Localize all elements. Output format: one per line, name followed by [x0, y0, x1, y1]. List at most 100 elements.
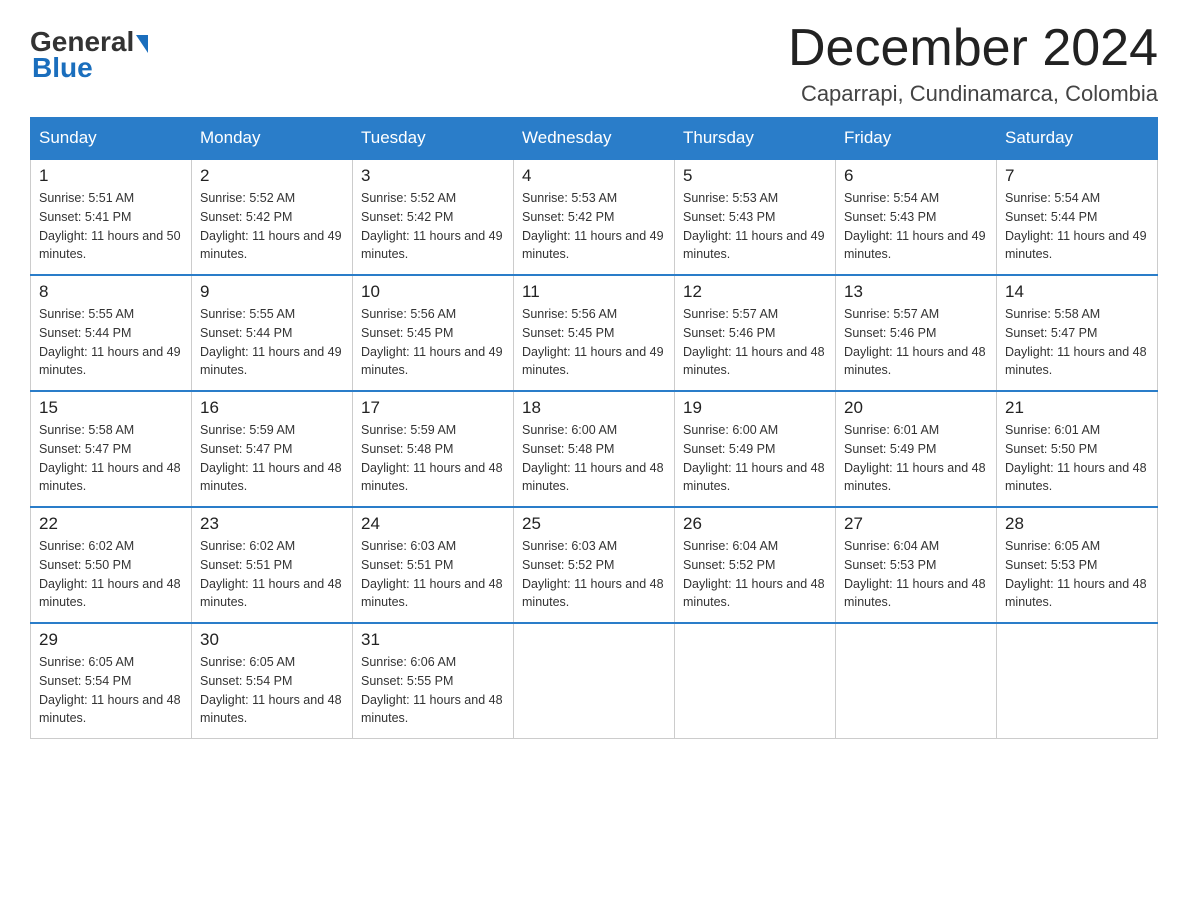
day-info: Sunrise: 5:58 AMSunset: 5:47 PMDaylight:… — [1005, 305, 1149, 380]
day-cell-19: 19 Sunrise: 6:00 AMSunset: 5:49 PMDayligh… — [675, 391, 836, 507]
day-number: 7 — [1005, 166, 1149, 186]
day-info: Sunrise: 5:54 AMSunset: 5:43 PMDaylight:… — [844, 189, 988, 264]
day-number: 2 — [200, 166, 344, 186]
calendar-table: SundayMondayTuesdayWednesdayThursdayFrid… — [30, 117, 1158, 739]
day-info: Sunrise: 5:53 AMSunset: 5:42 PMDaylight:… — [522, 189, 666, 264]
day-cell-6: 6 Sunrise: 5:54 AMSunset: 5:43 PMDaylight… — [836, 159, 997, 275]
day-headers-row: SundayMondayTuesdayWednesdayThursdayFrid… — [31, 118, 1158, 160]
day-header-wednesday: Wednesday — [514, 118, 675, 160]
day-number: 22 — [39, 514, 183, 534]
day-info: Sunrise: 5:56 AMSunset: 5:45 PMDaylight:… — [361, 305, 505, 380]
day-cell-28: 28Sunrise: 6:05 AMSunset: 5:53 PMDayligh… — [997, 507, 1158, 623]
day-info: Sunrise: 6:04 AMSunset: 5:53 PMDaylight:… — [844, 537, 988, 612]
day-number: 25 — [522, 514, 666, 534]
day-number: 11 — [522, 282, 666, 302]
day-cell-24: 24Sunrise: 6:03 AMSunset: 5:51 PMDayligh… — [353, 507, 514, 623]
day-cell-15: 15Sunrise: 5:58 AMSunset: 5:47 PMDayligh… — [31, 391, 192, 507]
logo-blue-text: Blue — [32, 52, 93, 84]
day-cell-20: 20 Sunrise: 6:01 AMSunset: 5:49 PMDayligh… — [836, 391, 997, 507]
day-number: 27 — [844, 514, 988, 534]
day-number: 13 — [844, 282, 988, 302]
location-title: Caparrapi, Cundinamarca, Colombia — [788, 81, 1158, 107]
day-cell-16: 16Sunrise: 5:59 AMSunset: 5:47 PMDayligh… — [192, 391, 353, 507]
day-number: 10 — [361, 282, 505, 302]
day-info: Sunrise: 6:03 AMSunset: 5:52 PMDaylight:… — [522, 537, 666, 612]
empty-cell — [836, 623, 997, 739]
day-number: 14 — [1005, 282, 1149, 302]
week-row-4: 22 Sunrise: 6:02 AMSunset: 5:50 PMDayligh… — [31, 507, 1158, 623]
day-number: 5 — [683, 166, 827, 186]
day-info: Sunrise: 6:06 AMSunset: 5:55 PMDaylight:… — [361, 653, 505, 728]
day-cell-3: 3 Sunrise: 5:52 AMSunset: 5:42 PMDaylight… — [353, 159, 514, 275]
day-info: Sunrise: 5:59 AMSunset: 5:48 PMDaylight:… — [361, 421, 505, 496]
day-info: Sunrise: 5:51 AMSunset: 5:41 PMDaylight:… — [39, 189, 183, 264]
day-cell-23: 23Sunrise: 6:02 AMSunset: 5:51 PMDayligh… — [192, 507, 353, 623]
day-header-thursday: Thursday — [675, 118, 836, 160]
day-number: 6 — [844, 166, 988, 186]
day-info: Sunrise: 6:05 AMSunset: 5:54 PMDaylight:… — [39, 653, 183, 728]
month-title: December 2024 — [788, 20, 1158, 77]
day-info: Sunrise: 6:00 AMSunset: 5:49 PMDaylight:… — [683, 421, 827, 496]
logo-arrow-icon — [136, 35, 148, 53]
day-number: 24 — [361, 514, 505, 534]
day-info: Sunrise: 6:01 AMSunset: 5:49 PMDaylight:… — [844, 421, 988, 496]
day-header-tuesday: Tuesday — [353, 118, 514, 160]
day-cell-11: 11Sunrise: 5:56 AMSunset: 5:45 PMDayligh… — [514, 275, 675, 391]
day-number: 1 — [39, 166, 183, 186]
day-number: 8 — [39, 282, 183, 302]
day-number: 12 — [683, 282, 827, 302]
day-number: 4 — [522, 166, 666, 186]
day-number: 20 — [844, 398, 988, 418]
day-number: 29 — [39, 630, 183, 650]
empty-cell — [997, 623, 1158, 739]
day-info: Sunrise: 6:02 AMSunset: 5:51 PMDaylight:… — [200, 537, 344, 612]
day-cell-8: 8Sunrise: 5:55 AMSunset: 5:44 PMDaylight… — [31, 275, 192, 391]
day-cell-18: 18 Sunrise: 6:00 AMSunset: 5:48 PMDayligh… — [514, 391, 675, 507]
week-row-2: 8Sunrise: 5:55 AMSunset: 5:44 PMDaylight… — [31, 275, 1158, 391]
day-number: 26 — [683, 514, 827, 534]
day-info: Sunrise: 5:52 AMSunset: 5:42 PMDaylight:… — [200, 189, 344, 264]
empty-cell — [675, 623, 836, 739]
day-cell-7: 7 Sunrise: 5:54 AMSunset: 5:44 PMDaylight… — [997, 159, 1158, 275]
day-info: Sunrise: 6:00 AMSunset: 5:48 PMDaylight:… — [522, 421, 666, 496]
day-number: 17 — [361, 398, 505, 418]
day-info: Sunrise: 6:02 AMSunset: 5:50 PMDaylight:… — [39, 537, 183, 612]
day-cell-4: 4 Sunrise: 5:53 AMSunset: 5:42 PMDaylight… — [514, 159, 675, 275]
day-cell-2: 2 Sunrise: 5:52 AMSunset: 5:42 PMDaylight… — [192, 159, 353, 275]
day-info: Sunrise: 6:05 AMSunset: 5:53 PMDaylight:… — [1005, 537, 1149, 612]
day-cell-31: 31 Sunrise: 6:06 AMSunset: 5:55 PMDayligh… — [353, 623, 514, 739]
day-number: 21 — [1005, 398, 1149, 418]
week-row-5: 29 Sunrise: 6:05 AMSunset: 5:54 PMDayligh… — [31, 623, 1158, 739]
day-header-sunday: Sunday — [31, 118, 192, 160]
day-cell-21: 21 Sunrise: 6:01 AMSunset: 5:50 PMDayligh… — [997, 391, 1158, 507]
day-cell-10: 10 Sunrise: 5:56 AMSunset: 5:45 PMDayligh… — [353, 275, 514, 391]
day-info: Sunrise: 5:53 AMSunset: 5:43 PMDaylight:… — [683, 189, 827, 264]
day-header-monday: Monday — [192, 118, 353, 160]
day-info: Sunrise: 5:57 AMSunset: 5:46 PMDaylight:… — [683, 305, 827, 380]
day-cell-22: 22 Sunrise: 6:02 AMSunset: 5:50 PMDayligh… — [31, 507, 192, 623]
day-cell-26: 26 Sunrise: 6:04 AMSunset: 5:52 PMDayligh… — [675, 507, 836, 623]
day-number: 18 — [522, 398, 666, 418]
day-cell-9: 9Sunrise: 5:55 AMSunset: 5:44 PMDaylight… — [192, 275, 353, 391]
title-block: December 2024 Caparrapi, Cundinamarca, C… — [788, 20, 1158, 107]
logo: General Blue — [30, 28, 148, 84]
day-cell-5: 5 Sunrise: 5:53 AMSunset: 5:43 PMDaylight… — [675, 159, 836, 275]
day-info: Sunrise: 5:52 AMSunset: 5:42 PMDaylight:… — [361, 189, 505, 264]
day-number: 16 — [200, 398, 344, 418]
day-number: 15 — [39, 398, 183, 418]
day-info: Sunrise: 5:54 AMSunset: 5:44 PMDaylight:… — [1005, 189, 1149, 264]
day-info: Sunrise: 5:57 AMSunset: 5:46 PMDaylight:… — [844, 305, 988, 380]
day-cell-17: 17 Sunrise: 5:59 AMSunset: 5:48 PMDayligh… — [353, 391, 514, 507]
day-info: Sunrise: 6:04 AMSunset: 5:52 PMDaylight:… — [683, 537, 827, 612]
day-number: 3 — [361, 166, 505, 186]
empty-cell — [514, 623, 675, 739]
day-cell-14: 14 Sunrise: 5:58 AMSunset: 5:47 PMDayligh… — [997, 275, 1158, 391]
day-info: Sunrise: 6:01 AMSunset: 5:50 PMDaylight:… — [1005, 421, 1149, 496]
day-header-saturday: Saturday — [997, 118, 1158, 160]
day-number: 31 — [361, 630, 505, 650]
day-info: Sunrise: 6:05 AMSunset: 5:54 PMDaylight:… — [200, 653, 344, 728]
week-row-3: 15Sunrise: 5:58 AMSunset: 5:47 PMDayligh… — [31, 391, 1158, 507]
day-number: 9 — [200, 282, 344, 302]
day-number: 19 — [683, 398, 827, 418]
day-cell-25: 25 Sunrise: 6:03 AMSunset: 5:52 PMDayligh… — [514, 507, 675, 623]
